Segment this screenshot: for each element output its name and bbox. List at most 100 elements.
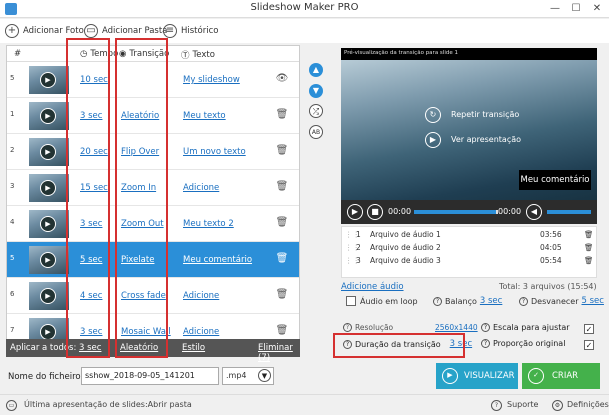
play-icon[interactable]: ▶ [40, 144, 56, 160]
trash-icon[interactable]: 🗑 [275, 217, 289, 231]
row-text[interactable]: Adicione [183, 183, 219, 193]
ratio-checkbox[interactable] [584, 340, 594, 350]
add-photo-label: Adicionar Foto [23, 26, 84, 36]
row-number: 1 [10, 110, 15, 118]
add-photo-button[interactable]: + Adicionar Foto [5, 23, 84, 39]
slide-thumbnail[interactable]: ▶ [29, 66, 69, 94]
header-text[interactable]: Ⓣ Texto [181, 49, 215, 61]
row-text[interactable]: Meu comentário [183, 255, 252, 265]
move-up-icon[interactable]: ▲ [309, 63, 323, 77]
last-slideshow-link[interactable]: Última apresentação de slides:Abrir past… [24, 400, 192, 409]
trash-icon[interactable]: 🗑 [584, 243, 594, 252]
stop-button-icon[interactable]: ■ [367, 204, 383, 220]
slide-thumbnail[interactable]: ▶ [29, 246, 69, 274]
row-number: 2 [10, 146, 15, 154]
eye-icon[interactable]: 👁 [275, 73, 289, 87]
play-icon: ▶ [442, 368, 458, 384]
remove-all-link[interactable]: Eliminar (7) [258, 343, 300, 363]
trash-icon[interactable]: 🗑 [275, 325, 289, 339]
play-icon[interactable]: ▶ [40, 216, 56, 232]
audio-item[interactable]: ⋮⋮ 1 Arquivo de áudio 1 03:56 🗑 [342, 230, 598, 243]
help-icon[interactable]: ? [433, 296, 442, 306]
add-audio-link[interactable]: Adicione áudio [341, 282, 404, 292]
create-button[interactable]: ✓ CRIAR [522, 363, 600, 389]
shuffle-icon[interactable]: ⤮ [309, 104, 323, 118]
audio-item[interactable]: ⋮⋮ 2 Arquivo de áudio 2 04:05 🗑 [342, 243, 598, 256]
support-icon[interactable]: ? [491, 400, 502, 411]
balance-value[interactable]: 3 sec [480, 296, 502, 306]
play-icon[interactable]: ▶ [40, 72, 56, 88]
sort-ab-icon[interactable]: AB [309, 125, 323, 139]
time-column-highlight [66, 38, 110, 358]
help-icon[interactable]: ? [481, 339, 490, 348]
trash-icon[interactable]: 🗑 [275, 289, 289, 303]
close-button[interactable]: ✕ [590, 2, 604, 16]
slide-thumbnail[interactable]: ▶ [29, 282, 69, 310]
repeat-transition-label[interactable]: Repetir transição [451, 110, 519, 119]
slide-thumbnail[interactable]: ▶ [29, 210, 69, 238]
filename-input[interactable]: sshow_2018-09-05_141201 [81, 367, 219, 385]
progress-bar[interactable] [414, 210, 496, 214]
support-link[interactable]: Suporte [507, 400, 538, 409]
audio-loop-option[interactable]: Áudio em loop [346, 296, 418, 306]
slide-thumbnail[interactable]: ▶ [29, 174, 69, 202]
row-text[interactable]: Adicione [183, 327, 219, 337]
folder-icon[interactable]: ▭ [6, 400, 17, 411]
slide-thumbnail[interactable]: ▶ [29, 102, 69, 130]
check-icon: ✓ [528, 368, 544, 384]
fade-value[interactable]: 5 sec [582, 296, 604, 306]
volume-slider[interactable] [547, 210, 591, 214]
history-button[interactable]: ≡ Histórico [163, 23, 218, 39]
play-button-icon[interactable]: ▶ [347, 204, 363, 220]
help-icon[interactable]: ? [481, 323, 490, 332]
view-slideshow-label[interactable]: Ver apresentação [451, 135, 521, 144]
row-number: 7 [10, 326, 15, 334]
text-icon: Ⓣ [181, 51, 190, 61]
visualize-button[interactable]: ▶ VISUALIZAR [436, 363, 518, 389]
volume-icon[interactable]: ◀ [526, 204, 542, 220]
gear-icon[interactable]: ⚙ [552, 400, 563, 411]
create-label: CRIAR [552, 371, 579, 381]
trash-icon[interactable]: 🗑 [584, 230, 594, 239]
maximize-button[interactable]: ☐ [569, 2, 583, 16]
trash-icon[interactable]: 🗑 [275, 109, 289, 123]
row-text[interactable]: My slideshow [183, 75, 240, 85]
add-folder-button[interactable]: ▭ Adicionar Pasta [84, 23, 167, 39]
list-icon: ≡ [163, 24, 177, 38]
audio-number: 1 [356, 230, 361, 239]
minimize-button[interactable]: — [548, 2, 562, 16]
slide-thumbnail[interactable]: ▶ [29, 138, 69, 166]
row-text[interactable]: Adicione [183, 291, 219, 301]
trash-icon[interactable]: 🗑 [275, 181, 289, 195]
fade-label: Desvanecer [531, 296, 579, 306]
status-bar: ▭ Última apresentação de slides:Abrir pa… [0, 394, 609, 415]
filename-label: Nome do ficheiro: [8, 372, 84, 382]
help-icon[interactable]: ? [343, 323, 352, 332]
row-number: 3 [10, 182, 15, 190]
play-icon[interactable]: ▶ [40, 324, 56, 340]
loop-checkbox[interactable] [346, 296, 356, 306]
history-label: Histórico [181, 26, 219, 36]
apply-all-style[interactable]: Estilo [182, 343, 205, 353]
resolution-label: Resolução [355, 323, 394, 332]
move-down-icon[interactable]: ▼ [309, 84, 323, 98]
row-text[interactable]: Meu texto [183, 111, 226, 121]
play-icon[interactable]: ▶ [40, 288, 56, 304]
resolution-value[interactable]: 2560x1440 [435, 323, 478, 332]
ratio-option: ? Proporção original [481, 339, 565, 348]
trash-icon[interactable]: 🗑 [584, 256, 594, 265]
help-icon[interactable]: ? [519, 296, 528, 306]
play-icon[interactable]: ▶ [425, 132, 441, 148]
repeat-icon[interactable]: ↻ [425, 107, 441, 123]
row-text[interactable]: Meu texto 2 [183, 219, 234, 229]
play-icon[interactable]: ▶ [40, 252, 56, 268]
audio-item[interactable]: ⋮⋮ 3 Arquivo de áudio 3 05:54 🗑 [342, 256, 598, 269]
scale-checkbox[interactable] [584, 324, 594, 334]
play-icon[interactable]: ▶ [40, 180, 56, 196]
settings-link[interactable]: Definições [567, 400, 609, 409]
trash-icon[interactable]: 🗑 [275, 145, 289, 159]
row-text[interactable]: Um novo texto [183, 147, 246, 157]
play-icon[interactable]: ▶ [40, 108, 56, 124]
chevron-down-icon[interactable]: ▼ [258, 369, 271, 382]
trash-icon[interactable]: 🗑 [275, 253, 289, 267]
